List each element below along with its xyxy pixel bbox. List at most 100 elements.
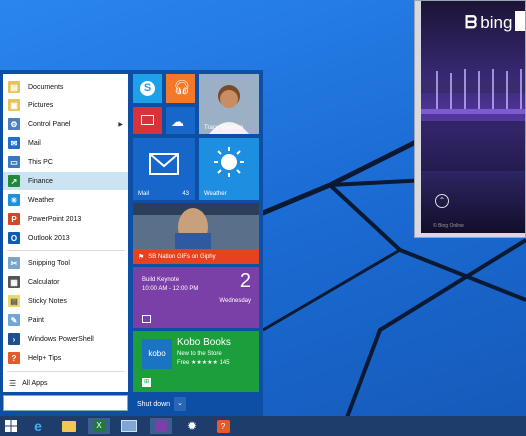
app-label: This PC xyxy=(28,158,53,166)
app-label: Snipping Tool xyxy=(28,259,70,267)
pier-image xyxy=(421,69,525,171)
bing-search-input[interactable] xyxy=(515,11,525,31)
music-tile[interactable]: 🎧︎ xyxy=(166,74,195,103)
start-button[interactable] xyxy=(0,418,22,434)
taskbar-help[interactable]: ? xyxy=(212,418,234,434)
windows-start-icon xyxy=(5,420,17,432)
onedrive-tile[interactable]: ☁ xyxy=(166,107,195,134)
explorer-window-icon xyxy=(121,420,137,432)
start-app-list: ▤ Documents ▣ Pictures ⚙ Control Panel ▶… xyxy=(3,74,128,392)
bing-b-icon: ᗷ xyxy=(465,13,478,32)
app-outlook[interactable]: O Outlook 2013 xyxy=(3,229,128,247)
app-label: Control Panel xyxy=(28,120,71,128)
news-photo xyxy=(133,203,259,249)
scissors-icon: ✂ xyxy=(8,257,20,269)
control-panel-icon: ⚙ xyxy=(8,118,20,130)
browser-footer-text: © Bing Online xyxy=(433,223,464,229)
help-icon: ? xyxy=(216,419,230,433)
mail-tile[interactable]: Mail 43 xyxy=(133,138,195,200)
kobo-logo: kobo xyxy=(142,339,172,369)
app-label: Help+ Tips xyxy=(28,354,62,362)
app-weather[interactable]: ☀ Weather xyxy=(3,191,128,209)
all-apps-label: All Apps xyxy=(22,379,48,387)
app-windows-powershell[interactable]: › Windows PowerShell xyxy=(3,330,128,348)
app-pictures[interactable]: ▣ Pictures xyxy=(3,96,128,114)
app-label: Windows PowerShell xyxy=(28,335,94,343)
bing-homepage-image: ᗷ bing ⌃ © Bing Online xyxy=(421,1,525,233)
app-label: Calculator xyxy=(28,278,60,286)
news-caption: SB Nation GIFs on Giphy xyxy=(148,253,216,260)
store-tile[interactable]: kobo Kobo Books New to the Store Free ★★… xyxy=(133,331,259,392)
app-documents[interactable]: ▤ Documents xyxy=(3,78,128,96)
app-paint[interactable]: ✎ Paint xyxy=(3,311,128,329)
calendar-event-time: 10:00 AM - 12:00 PM xyxy=(142,286,199,292)
taskbar-explorer-window[interactable] xyxy=(118,418,140,434)
weather-icon: ☀ xyxy=(8,194,20,206)
app-list-divider xyxy=(7,250,125,251)
file-explorer-icon xyxy=(62,420,76,432)
bing-logo: ᗷ bing xyxy=(465,13,513,32)
app-label: Outlook 2013 xyxy=(28,234,70,242)
skype-icon: S xyxy=(140,81,155,96)
app-label: Sticky Notes xyxy=(28,297,67,305)
mail-tile-label: Mail xyxy=(138,191,150,197)
store-bag-icon: ⊞ xyxy=(142,378,151,387)
excel-icon: X xyxy=(93,420,105,432)
app-control-panel[interactable]: ⚙ Control Panel ▶ xyxy=(3,115,128,133)
start-menu: ▤ Documents ▣ Pictures ⚙ Control Panel ▶… xyxy=(0,70,263,416)
calculator-icon: ▦ xyxy=(8,276,20,288)
bing-browser-window[interactable]: ᗷ bing ⌃ © Bing Online xyxy=(414,0,526,238)
app-label: Weather xyxy=(28,196,55,204)
app-label: Finance xyxy=(28,177,53,185)
app-sticky-notes[interactable]: ▤ Sticky Notes xyxy=(3,292,128,310)
app-help-tips[interactable]: ? Help+ Tips xyxy=(3,349,128,367)
start-search-input[interactable] xyxy=(3,395,128,411)
all-apps-button[interactable]: ☰ All Apps xyxy=(3,374,128,392)
video-icon xyxy=(141,115,154,125)
news-tile[interactable]: ⚑ SB Nation GIFs on Giphy xyxy=(133,203,259,264)
headphones-icon: 🎧︎ xyxy=(173,79,191,95)
app-label: Mail xyxy=(28,139,41,147)
taskbar-media[interactable] xyxy=(150,418,172,434)
calendar-tile[interactable]: Build Keynote 10:00 AM - 12:00 PM 2 Wedn… xyxy=(133,267,259,328)
taskbar-file-explorer[interactable] xyxy=(58,418,80,434)
taskbar-settings[interactable]: ✹ xyxy=(181,418,203,434)
calendar-icon xyxy=(142,315,151,323)
taskbar: e X ✹ ? xyxy=(0,416,526,436)
app-label: Paint xyxy=(28,316,44,324)
video-tile[interactable] xyxy=(133,107,162,134)
pictures-folder-icon: ▣ xyxy=(8,99,20,111)
taskbar-excel[interactable]: X xyxy=(88,418,110,434)
app-list-divider xyxy=(7,371,125,372)
media-icon xyxy=(155,420,167,432)
app-powerpoint[interactable]: P PowerPoint 2013 xyxy=(3,210,128,228)
person-name: Tracy Myerson xyxy=(204,125,244,131)
weather-tile[interactable]: Weather xyxy=(199,138,259,200)
shutdown-label: Shut down xyxy=(137,400,171,408)
settings-icon: ✹ xyxy=(186,419,198,433)
app-label: PowerPoint 2013 xyxy=(28,215,82,223)
people-tile[interactable]: Tracy Myerson xyxy=(199,74,259,134)
chevron-down-icon[interactable]: ⌄ xyxy=(174,397,187,411)
submenu-arrow-icon: ▶ xyxy=(118,121,123,128)
app-this-pc[interactable]: ▭ This PC xyxy=(3,153,128,171)
shutdown-button[interactable]: Shut down ⌄ xyxy=(133,397,187,411)
all-apps-icon: ☰ xyxy=(9,378,17,388)
news-caption-bar: ⚑ SB Nation GIFs on Giphy xyxy=(133,249,259,264)
taskbar-internet-explorer[interactable]: e xyxy=(27,418,49,434)
app-finance[interactable]: ↗ Finance xyxy=(3,172,128,190)
powerpoint-icon: P xyxy=(8,213,20,225)
app-mail[interactable]: ✉ Mail xyxy=(3,134,128,152)
calendar-event-title: Build Keynote xyxy=(142,277,180,283)
computer-icon: ▭ xyxy=(8,156,20,168)
documents-folder-icon: ▤ xyxy=(8,81,20,93)
internet-explorer-icon: e xyxy=(34,418,42,434)
calendar-day-number: 2 xyxy=(239,270,251,292)
app-snipping-tool[interactable]: ✂ Snipping Tool xyxy=(3,254,128,272)
cloud-icon: ☁ xyxy=(171,114,184,129)
calendar-day-name: Wednesday xyxy=(219,298,251,304)
skype-tile[interactable]: S xyxy=(133,74,162,103)
powershell-icon: › xyxy=(8,333,20,345)
chevron-up-icon[interactable]: ⌃ xyxy=(435,194,449,208)
app-calculator[interactable]: ▦ Calculator xyxy=(3,273,128,291)
